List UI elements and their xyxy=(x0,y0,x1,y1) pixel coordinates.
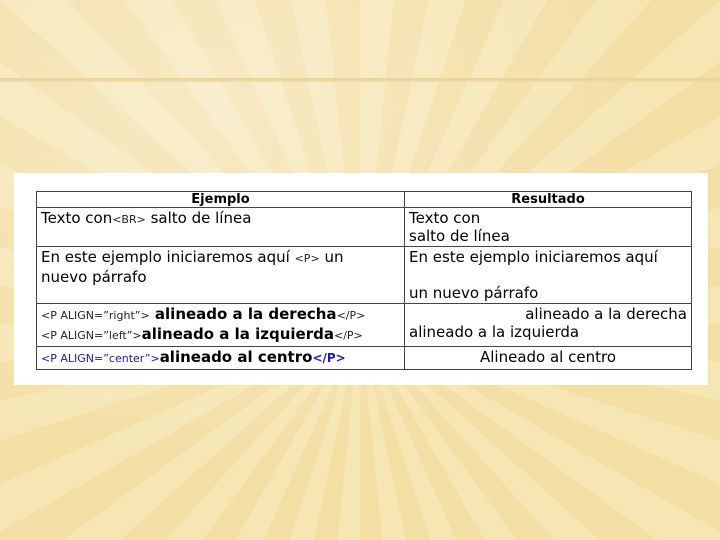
result-cell: alineado a la derecha alineado a la izqu… xyxy=(404,303,692,347)
result-cell: Alineado al centro xyxy=(404,346,692,370)
html-tag: </P> xyxy=(336,309,366,322)
html-tag: <BR> xyxy=(112,213,146,226)
example-text: En este ejemplo iniciaremos aquí xyxy=(41,248,295,266)
table-header-row: Ejemplo Resultado xyxy=(36,191,692,208)
title-divider xyxy=(0,78,720,82)
example-text: un xyxy=(319,248,344,266)
result-cell: Texto con salto de línea xyxy=(404,207,692,247)
example-text: nuevo párrafo xyxy=(41,268,147,286)
result-cell: En este ejemplo iniciaremos aquí un nuev… xyxy=(404,246,692,304)
example-cell: En este ejemplo iniciaremos aquí <P> un … xyxy=(36,246,405,304)
table-row: <P ALIGN=”right”> alineado a la derecha<… xyxy=(36,303,692,347)
html-tag: <P ALIGN=”center”> xyxy=(41,352,160,365)
example-cell: <P ALIGN=”center”>alineado al centro</P> xyxy=(36,346,405,370)
header-resultado: Resultado xyxy=(404,191,692,208)
example-text: alineado al centro xyxy=(159,348,313,366)
example-text: alineado a la derecha xyxy=(149,305,337,323)
html-tag: <P ALIGN=”left”> xyxy=(41,329,142,342)
table-row: En este ejemplo iniciaremos aquí <P> un … xyxy=(36,246,692,304)
example-text: Texto con xyxy=(41,209,113,227)
example-table: Ejemplo Resultado Texto con<BR> salto de… xyxy=(36,191,692,370)
result-line: un nuevo párrafo xyxy=(409,284,539,302)
table-row: <P ALIGN=”center”>alineado al centro</P>… xyxy=(36,346,692,370)
html-tag: </P> xyxy=(312,351,346,365)
result-line: Texto con xyxy=(409,209,481,227)
table-row: Texto con<BR> salto de línea Texto con s… xyxy=(36,207,692,247)
result-line: salto de línea xyxy=(409,227,510,245)
result-line-right: alineado a la derecha xyxy=(525,305,687,323)
example-text: salto de línea xyxy=(145,209,252,227)
example-text: alineado a la izquierda xyxy=(141,325,334,343)
example-panel: Ejemplo Resultado Texto con<BR> salto de… xyxy=(14,173,708,385)
result-line-center: Alineado al centro xyxy=(480,348,616,366)
example-cell: Texto con<BR> salto de línea xyxy=(36,207,405,247)
result-line: En este ejemplo iniciaremos aquí xyxy=(409,248,658,266)
result-line-left: alineado a la izquierda xyxy=(409,323,580,341)
html-tag: </P> xyxy=(334,329,363,342)
html-tag: <P ALIGN=”right”> xyxy=(41,309,150,322)
example-cell: <P ALIGN=”right”> alineado a la derecha<… xyxy=(36,303,405,347)
header-ejemplo: Ejemplo xyxy=(36,191,405,208)
html-tag: <P> xyxy=(294,252,320,265)
